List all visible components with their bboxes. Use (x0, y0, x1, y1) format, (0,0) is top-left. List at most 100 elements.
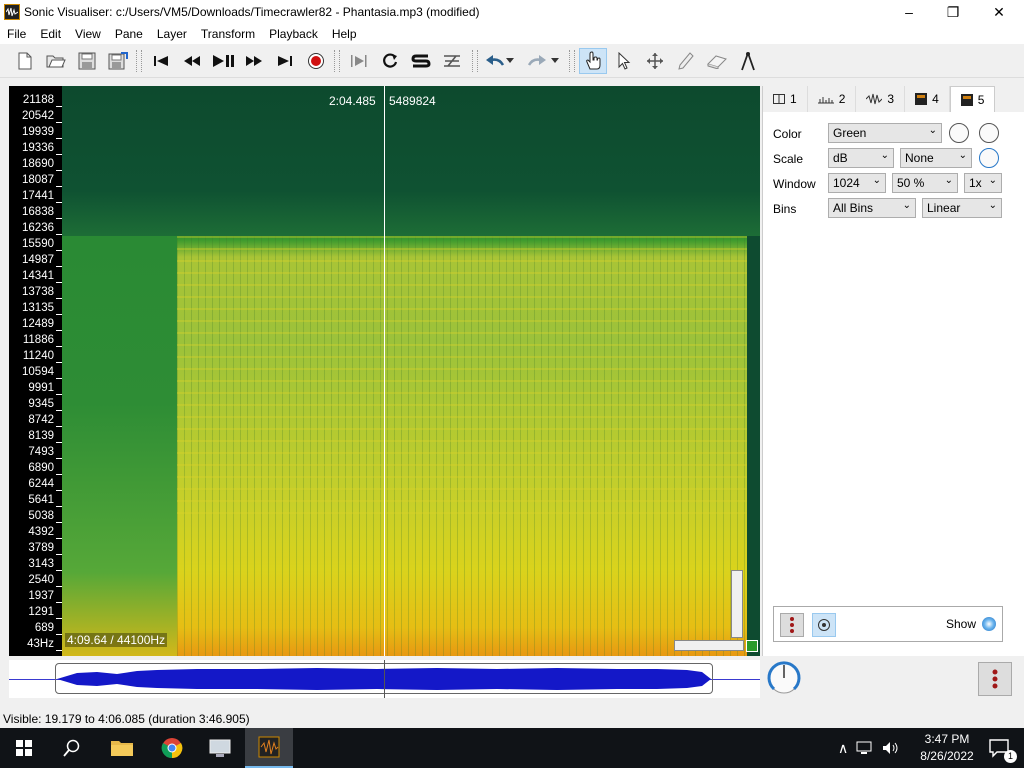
redo-dropdown-icon[interactable] (547, 48, 563, 74)
status-bar: Visible: 19.179 to 4:06.085 (duration 3:… (0, 710, 1024, 728)
erase-tool-icon[interactable] (703, 48, 731, 74)
maximize-button[interactable]: ❐ (930, 0, 976, 24)
undo-dropdown-icon[interactable] (502, 48, 518, 74)
spectrogram-icon (960, 93, 973, 106)
menu-view[interactable]: View (68, 24, 108, 44)
play-selection-icon[interactable] (345, 48, 373, 74)
open-file-icon[interactable] (42, 48, 70, 74)
frequency-tick: 19336 (9, 142, 62, 156)
menu-file[interactable]: File (0, 24, 33, 44)
playback-speed-dial[interactable] (766, 660, 802, 696)
play-parameters-button[interactable] (812, 613, 836, 637)
sonic-visualiser-icon (258, 736, 280, 758)
start-button[interactable] (0, 728, 48, 768)
vertical-zoom-slider[interactable] (731, 570, 743, 638)
pane-icon (773, 94, 785, 104)
action-center-button[interactable]: 1 (976, 728, 1024, 768)
save-file-icon[interactable] (73, 48, 101, 74)
pane-tabs: 1 2 3 4 5 (763, 86, 1024, 112)
frequency-tick-label: 8742 (27, 414, 55, 426)
playback-cursor[interactable] (384, 86, 385, 656)
bins-row: Bins All Bins ⌄ Linear ⌄ (763, 198, 1024, 220)
bins-select[interactable]: All Bins ⌄ (828, 198, 916, 218)
select-tool-icon[interactable] (610, 48, 638, 74)
tab-4[interactable]: 4 (905, 86, 950, 112)
frequency-scale-select[interactable]: Linear ⌄ (922, 198, 1002, 218)
draw-tool-icon[interactable] (672, 48, 700, 74)
color-rotation-knob[interactable] (949, 123, 969, 143)
fast-forward-icon[interactable] (240, 48, 268, 74)
frequency-tick: 14987 (9, 254, 62, 268)
menu-pane[interactable]: Pane (108, 24, 150, 44)
sonic-visualiser-taskbar-button[interactable] (245, 728, 293, 768)
rewind-icon[interactable] (178, 48, 206, 74)
menu-transform[interactable]: Transform (194, 24, 262, 44)
tab-2[interactable]: 2 (808, 86, 857, 112)
scale-label: Scale (773, 152, 804, 166)
frequency-tick: 10594 (9, 366, 62, 380)
title-bar: Sonic Visualiser: c:/Users/VM5/Downloads… (0, 0, 1024, 24)
scale-select[interactable]: dB ⌄ (828, 148, 894, 168)
window-size-select[interactable]: 1024 ⌄ (828, 173, 886, 193)
frequency-tick: 15590 (9, 238, 62, 252)
search-button[interactable] (48, 728, 96, 768)
layer-color-button[interactable] (780, 613, 804, 637)
visible-range-status: Visible: 19.179 to 4:06.085 (duration 3:… (3, 712, 250, 726)
frequency-tick: 8139 (9, 430, 62, 444)
menu-layer[interactable]: Layer (150, 24, 194, 44)
chevron-up-icon[interactable]: ∧ (838, 740, 848, 757)
measure-tool-icon[interactable] (734, 48, 762, 74)
close-button[interactable]: ✕ (976, 0, 1022, 24)
minimize-button[interactable]: – (886, 0, 932, 24)
show-layer-toggle[interactable] (982, 617, 996, 631)
record-icon[interactable] (302, 48, 330, 74)
new-file-icon[interactable] (11, 48, 39, 74)
oversampling-select[interactable]: 1x ⌄ (964, 173, 1002, 193)
layer-toggle-button[interactable] (978, 662, 1012, 696)
frequency-tick-label: 1937 (27, 590, 55, 602)
window-overlap-select[interactable]: 50 % ⌄ (892, 173, 958, 193)
color-select[interactable]: Green ⌄ (828, 123, 942, 143)
chrome-button[interactable] (148, 728, 196, 768)
toolbar-separator (334, 50, 340, 72)
frequency-tick: 13738 (9, 286, 62, 300)
spectrogram-pane[interactable]: 21188 20542 19939 19336 18690 18087 17441 16838… (9, 86, 760, 656)
menu-playback[interactable]: Playback (262, 24, 325, 44)
frequency-tick: 8742 (9, 414, 62, 428)
spectrogram-view[interactable] (62, 86, 760, 656)
menu-help[interactable]: Help (325, 24, 364, 44)
gain-knob[interactable] (979, 148, 999, 168)
overview-waveform[interactable] (9, 660, 760, 698)
fast-forward-end-icon[interactable] (271, 48, 299, 74)
clock[interactable]: 3:47 PM 8/26/2022 (916, 731, 978, 765)
bins-select-value: All Bins (833, 201, 874, 215)
tab-3[interactable]: 3 (856, 86, 906, 112)
speed-icon[interactable] (438, 48, 466, 74)
navigate-tool-icon[interactable] (579, 48, 607, 74)
save-session-icon[interactable] (104, 48, 132, 74)
color-contrast-knob[interactable] (979, 123, 999, 143)
window-title: Sonic Visualiser: c:/Users/VM5/Downloads… (24, 5, 480, 19)
menu-edit[interactable]: Edit (33, 24, 68, 44)
frequency-tick-label: 3143 (27, 558, 55, 570)
duration-label: 4:09.64 / 44100Hz (65, 633, 168, 647)
rewind-start-icon[interactable] (147, 48, 175, 74)
system-tray: ∧ (838, 728, 900, 768)
remote-desktop-button[interactable] (196, 728, 244, 768)
horizontal-zoom-slider[interactable] (674, 640, 744, 651)
network-icon[interactable] (856, 741, 874, 755)
tab-5[interactable]: 5 (949, 86, 996, 112)
play-pause-icon[interactable] (209, 48, 237, 74)
volume-icon[interactable] (882, 741, 900, 755)
normalization-select[interactable]: None ⌄ (900, 148, 972, 168)
solo-icon[interactable] (407, 48, 435, 74)
color-label: Color (773, 127, 802, 141)
tab-1[interactable]: 1 (763, 86, 808, 112)
loop-icon[interactable] (376, 48, 404, 74)
chevron-down-icon: ⌄ (902, 200, 911, 211)
file-explorer-button[interactable] (98, 728, 146, 768)
menu-bar: File Edit View Pane Layer Transform Play… (0, 24, 1024, 44)
spectrogram-tail (747, 236, 760, 656)
move-tool-icon[interactable] (641, 48, 669, 74)
frequency-tick: 689 (9, 622, 62, 636)
